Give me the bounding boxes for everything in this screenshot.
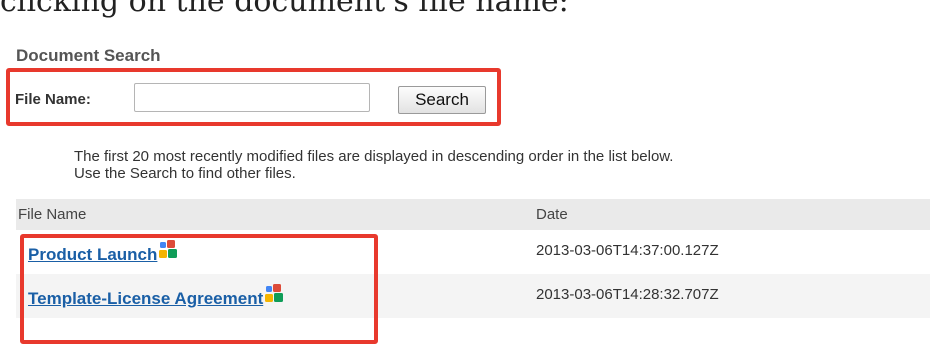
document-search-title: Document Search <box>16 46 161 65</box>
table-header: File Name Date <box>16 199 930 230</box>
info-line: Use the Search to find other files. <box>74 165 296 182</box>
info-line: The first 20 most recently modified file… <box>74 148 674 165</box>
info-text: The first 20 most recently modified file… <box>74 148 673 182</box>
search-highlight-box <box>6 68 501 126</box>
date-cell: 2013-03-06T14:37:00.127Z <box>536 242 719 259</box>
column-header-file-name[interactable]: File Name <box>18 206 86 223</box>
file-links-highlight-box <box>20 234 378 344</box>
intro-text: clicking on the document's file name: <box>0 0 569 19</box>
date-cell: 2013-03-06T14:28:32.707Z <box>536 286 719 303</box>
column-header-date[interactable]: Date <box>536 206 568 223</box>
